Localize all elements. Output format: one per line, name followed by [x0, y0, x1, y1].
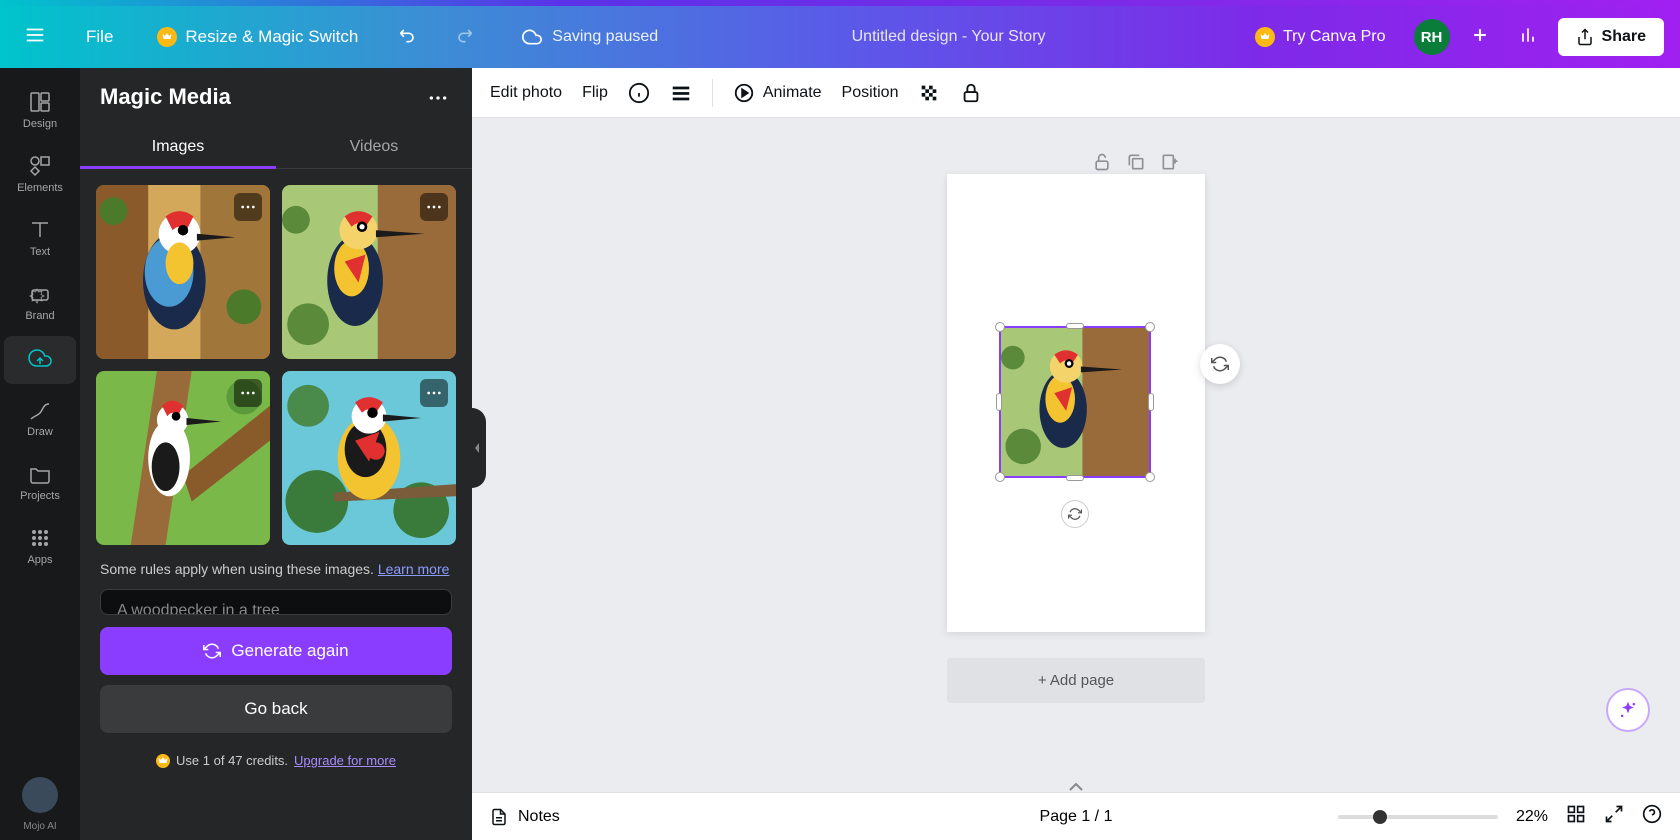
magic-assist-button[interactable]: [1606, 688, 1650, 732]
resize-button[interactable]: Resize & Magic Switch: [145, 19, 370, 55]
learn-more-link[interactable]: Learn more: [378, 561, 450, 577]
context-toolbar: Edit photo Flip Animate Position: [472, 68, 1680, 118]
canvas-viewport[interactable]: + Add page: [472, 118, 1680, 792]
undo-button[interactable]: [390, 17, 426, 58]
add-page-bar[interactable]: + Add page: [947, 658, 1205, 703]
redo-button[interactable]: [446, 17, 482, 58]
share-icon: [1576, 28, 1594, 46]
sidebar-item-apps[interactable]: Apps: [4, 516, 76, 576]
image-menu-button[interactable]: [420, 379, 448, 407]
mojo-ai-icon[interactable]: [22, 777, 58, 813]
resize-handle[interactable]: [996, 393, 1002, 411]
tab-videos[interactable]: Videos: [276, 126, 472, 168]
transparency-button[interactable]: [918, 82, 940, 104]
resize-handle[interactable]: [1066, 475, 1084, 481]
notes-icon: [490, 808, 508, 826]
sidebar-item-elements[interactable]: Elements: [4, 144, 76, 204]
tab-images[interactable]: Images: [80, 126, 276, 168]
list-button[interactable]: [670, 82, 692, 104]
sidebar-item-brand[interactable]: Brand: [4, 272, 76, 332]
panel-tabs: Images Videos: [80, 126, 472, 169]
share-button[interactable]: Share: [1558, 18, 1664, 56]
sidebar-item-projects[interactable]: Projects: [4, 452, 76, 512]
refresh-icon: [203, 642, 221, 660]
mojo-label: Mojo AI: [23, 821, 56, 832]
info-button[interactable]: [628, 82, 650, 104]
notes-button[interactable]: Notes: [490, 808, 560, 826]
generated-image-4[interactable]: [282, 371, 456, 545]
lock-button[interactable]: [960, 82, 982, 104]
resize-handle[interactable]: [995, 472, 1005, 482]
image-menu-button[interactable]: [234, 193, 262, 221]
expand-pages-button[interactable]: [1068, 779, 1084, 797]
rotate-handle[interactable]: [1061, 500, 1089, 528]
resize-handle[interactable]: [1066, 323, 1084, 329]
save-status: Saving paused: [522, 27, 658, 47]
animate-icon: [733, 82, 755, 104]
file-menu[interactable]: File: [74, 19, 125, 55]
zoom-thumb[interactable]: [1373, 810, 1387, 824]
rules-text: Some rules apply when using these images…: [80, 561, 472, 589]
generated-image-2[interactable]: [282, 185, 456, 359]
resize-handle[interactable]: [995, 322, 1005, 332]
sidebar-item-uploads[interactable]: [4, 336, 76, 384]
analytics-button[interactable]: [1510, 17, 1546, 58]
crown-icon: [1255, 27, 1275, 47]
flip-button[interactable]: Flip: [582, 84, 608, 102]
try-pro-button[interactable]: Try Canva Pro: [1239, 19, 1402, 55]
left-sidebar: Design Elements Text Brand Draw Projects…: [0, 68, 80, 840]
crown-icon: [156, 754, 170, 768]
regenerate-float-button[interactable]: [1200, 344, 1240, 384]
panel-title: Magic Media: [100, 84, 231, 110]
zoom-slider[interactable]: [1338, 815, 1498, 819]
menu-button[interactable]: [16, 16, 54, 59]
design-page[interactable]: [947, 174, 1205, 632]
sidebar-item-design[interactable]: Design: [4, 80, 76, 140]
resize-handle[interactable]: [1145, 472, 1155, 482]
resize-handle[interactable]: [1148, 393, 1154, 411]
selected-image[interactable]: [999, 326, 1151, 478]
bottom-bar: Notes Page 1 / 1 22%: [472, 792, 1680, 840]
image-menu-button[interactable]: [420, 193, 448, 221]
edit-photo-button[interactable]: Edit photo: [490, 84, 562, 102]
crown-icon: [157, 27, 177, 47]
prompt-input[interactable]: A woodpecker in a tree: [100, 589, 452, 615]
user-avatar[interactable]: RH: [1414, 19, 1450, 55]
upgrade-link[interactable]: Upgrade for more: [294, 753, 396, 768]
grid-view-button[interactable]: [1566, 804, 1586, 829]
generated-image-1[interactable]: [96, 185, 270, 359]
zoom-value[interactable]: 22%: [1516, 808, 1548, 826]
sidebar-item-text[interactable]: Text: [4, 208, 76, 268]
magic-media-panel: Magic Media Images Videos: [80, 68, 472, 840]
go-back-button[interactable]: Go back: [100, 685, 452, 733]
generated-image-3[interactable]: [96, 371, 270, 545]
cloud-icon: [522, 27, 542, 47]
help-button[interactable]: [1642, 804, 1662, 829]
credits-text: Use 1 of 47 credits. Upgrade for more: [80, 743, 472, 778]
panel-more-button[interactable]: [424, 84, 452, 110]
generate-again-button[interactable]: Generate again: [100, 627, 452, 675]
fullscreen-button[interactable]: [1604, 804, 1624, 829]
add-member-button[interactable]: [1462, 17, 1498, 58]
position-button[interactable]: Position: [842, 84, 899, 102]
resize-handle[interactable]: [1145, 322, 1155, 332]
sidebar-item-draw[interactable]: Draw: [4, 388, 76, 448]
page-indicator[interactable]: Page 1 / 1: [1040, 808, 1113, 826]
image-menu-button[interactable]: [234, 379, 262, 407]
animate-button[interactable]: Animate: [733, 82, 822, 104]
app-header: File Resize & Magic Switch Saving paused…: [0, 6, 1680, 68]
document-title[interactable]: Untitled design - Your Story: [852, 28, 1046, 46]
